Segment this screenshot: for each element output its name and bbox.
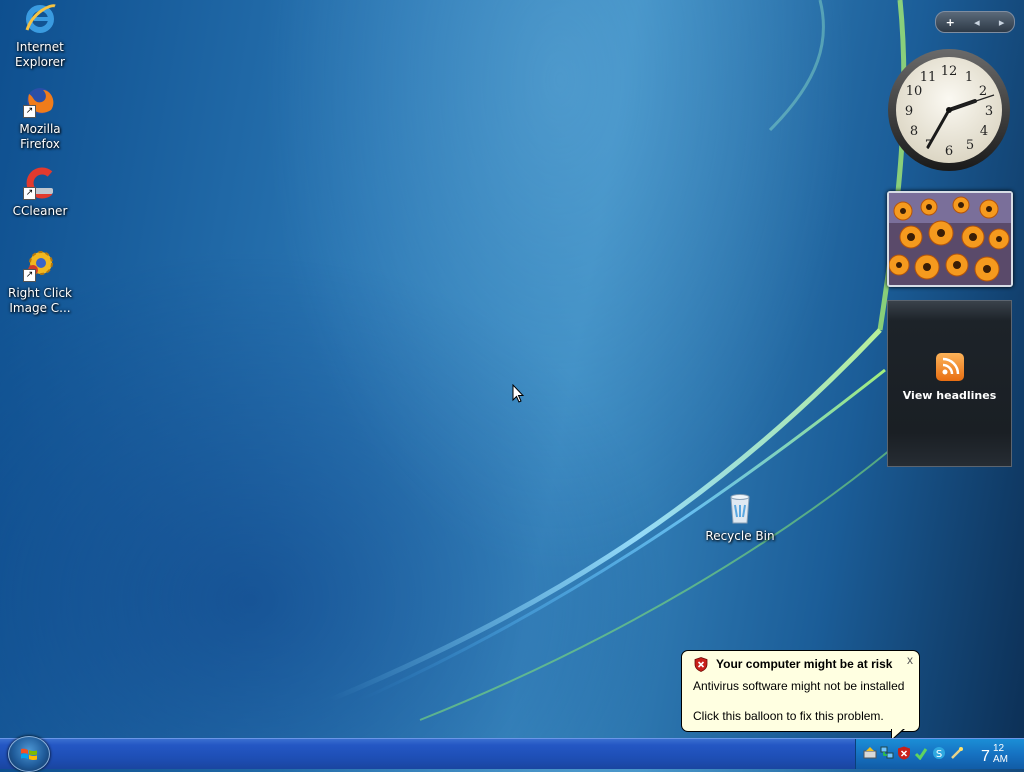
clock-hour: 7 [981, 748, 990, 765]
clock-numeral: 3 [985, 104, 993, 119]
desktop-icon-label: Image C... [9, 301, 71, 315]
ccleaner-icon: ↗ [23, 166, 57, 200]
svg-text:S: S [936, 749, 942, 760]
add-gadget-button[interactable]: + [946, 16, 955, 29]
flowers-photo [889, 193, 1011, 285]
clock-numeral: 6 [945, 144, 953, 159]
shortcut-arrow-icon: ↗ [23, 187, 36, 200]
clock-numeral: 5 [966, 138, 974, 153]
desktop-icon-internet-explorer[interactable]: Internet Explorer [0, 2, 80, 70]
mouse-cursor-icon [512, 384, 524, 403]
balloon-title: Your computer might be at risk [716, 657, 893, 671]
start-button[interactable] [8, 736, 50, 772]
clock-numeral: 12 [941, 64, 958, 79]
desktop-icon-label: CCleaner [12, 204, 68, 218]
desktop-icon-label: Explorer [15, 55, 65, 69]
balloon-action-text: Click this balloon to fix this problem. [693, 709, 884, 723]
security-shield-icon [694, 657, 708, 672]
sidebar-controls: + ◂ ▸ [935, 11, 1015, 33]
security-center-icon[interactable] [897, 746, 911, 760]
next-page-button[interactable]: ▸ [999, 16, 1005, 29]
internet-explorer-icon [23, 2, 57, 36]
clock-numeral: 1 [965, 70, 973, 85]
clock-gadget[interactable]: 12 1 2 3 4 5 6 7 8 9 10 11 [886, 47, 1012, 173]
clock-ampm: AM [993, 754, 1008, 765]
view-headlines-link[interactable]: View headlines [888, 389, 1011, 402]
close-icon[interactable]: x [907, 653, 913, 667]
clock-numeral: 10 [906, 84, 923, 99]
taskbar: S 7 12 AM [0, 736, 1024, 772]
desktop-icon-label: Recycle Bin [705, 529, 775, 543]
shortcut-arrow-icon: ↗ [23, 105, 36, 118]
previous-page-button[interactable]: ◂ [974, 16, 980, 29]
skype-icon[interactable]: S [932, 746, 946, 760]
wand-icon[interactable] [950, 746, 964, 760]
recycle-bin-icon [723, 491, 757, 525]
clock-numeral: 11 [920, 70, 937, 85]
wallpaper [329, 0, 907, 721]
desktop-icon-label: Internet [16, 40, 64, 54]
desktop-icon-recycle-bin[interactable]: Recycle Bin [700, 491, 780, 544]
balloon-message: Antivirus software might not be installe… [693, 679, 905, 693]
desktop-icon-label: Right Click [7, 286, 72, 300]
desktop-icon-label: Mozilla [19, 122, 61, 136]
updates-icon[interactable] [914, 746, 928, 760]
feed-headlines-gadget[interactable]: View headlines [887, 300, 1012, 467]
security-balloon-notification[interactable]: Your computer might be at risk x Antivir… [681, 650, 920, 732]
desktop-icon-firefox[interactable]: ↗ Mozilla Firefox [0, 84, 80, 152]
clock-numeral: 9 [905, 104, 913, 119]
firefox-icon: ↗ [23, 84, 57, 118]
windows-logo-icon [21, 748, 37, 761]
desktop-icon-ccleaner[interactable]: ↗ CCleaner [0, 166, 80, 219]
clock-numeral: 8 [910, 124, 918, 139]
network-icon[interactable] [880, 746, 894, 760]
clock-numeral: 2 [979, 84, 987, 99]
safely-remove-hardware-icon[interactable] [863, 746, 877, 760]
desktop-icon-label: Firefox [20, 137, 60, 151]
clock-numeral: 4 [980, 124, 988, 139]
gear-icon: ↗ [23, 248, 57, 282]
shortcut-arrow-icon: ↗ [23, 269, 36, 282]
desktop-icon-right-click-image-converter[interactable]: ↗ Right Click Image C... [0, 248, 80, 316]
rss-icon [935, 353, 964, 381]
slideshow-gadget[interactable] [887, 191, 1013, 287]
clock-minute: 12 [993, 743, 1005, 754]
